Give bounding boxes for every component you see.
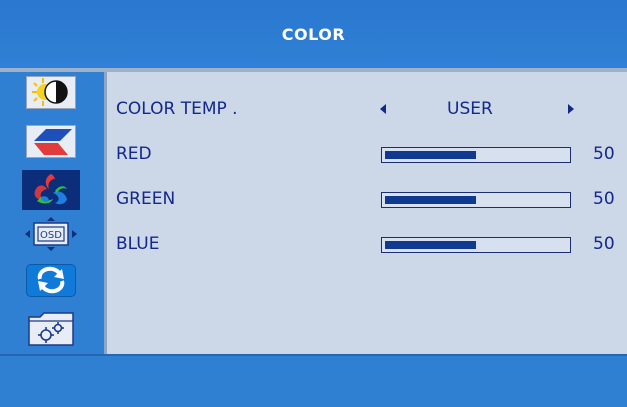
blue-slider[interactable]	[381, 237, 571, 253]
previous-arrow-icon[interactable]	[380, 104, 386, 114]
osd-position-icon: OSD	[25, 217, 77, 251]
blue-slider-fill	[385, 241, 476, 249]
tab-brightness-contrast[interactable]	[22, 74, 80, 110]
blue-value: 50	[593, 234, 615, 254]
color-temp-row[interactable]: COLOR TEMP . USER	[116, 96, 621, 120]
red-slider[interactable]	[381, 147, 571, 163]
next-arrow-icon[interactable]	[568, 104, 574, 114]
green-label: GREEN	[116, 189, 176, 209]
tab-image[interactable]	[22, 123, 80, 159]
tab-misc-settings[interactable]	[22, 308, 80, 348]
green-slider[interactable]	[381, 192, 571, 208]
reset-icon	[26, 263, 76, 297]
menu-footer	[0, 354, 627, 407]
sidebar: OSD	[0, 72, 100, 354]
color-temp-label: COLOR TEMP .	[116, 99, 238, 119]
color-settings-panel: COLOR TEMP . USER RED 50 GREEN 50 BLUE 5…	[104, 72, 627, 354]
red-value: 50	[593, 144, 615, 164]
tab-osd-setting[interactable]: OSD	[22, 216, 80, 252]
rgb-color-icon	[34, 174, 67, 205]
blue-row[interactable]: BLUE 50	[116, 231, 621, 255]
red-label: RED	[116, 144, 152, 164]
red-row[interactable]: RED 50	[116, 141, 621, 165]
red-slider-fill	[385, 151, 476, 159]
settings-folder-icon	[28, 312, 74, 346]
osd-icon-text: OSD	[40, 230, 62, 241]
page-title: COLOR	[281, 24, 346, 44]
tab-color[interactable]	[22, 170, 80, 210]
menu-header: COLOR	[0, 0, 627, 68]
tab-reset[interactable]	[22, 262, 80, 298]
brightness-contrast-icon	[26, 75, 76, 109]
green-row[interactable]: GREEN 50	[116, 186, 621, 210]
osd-menu: COLOR OSD COLOR TEMP . USER RED 50 GREEN…	[0, 0, 627, 407]
green-value: 50	[593, 189, 615, 209]
blue-label: BLUE	[116, 234, 160, 254]
image-icon	[26, 124, 76, 158]
green-slider-fill	[385, 196, 476, 204]
color-temp-value: USER	[447, 99, 493, 119]
